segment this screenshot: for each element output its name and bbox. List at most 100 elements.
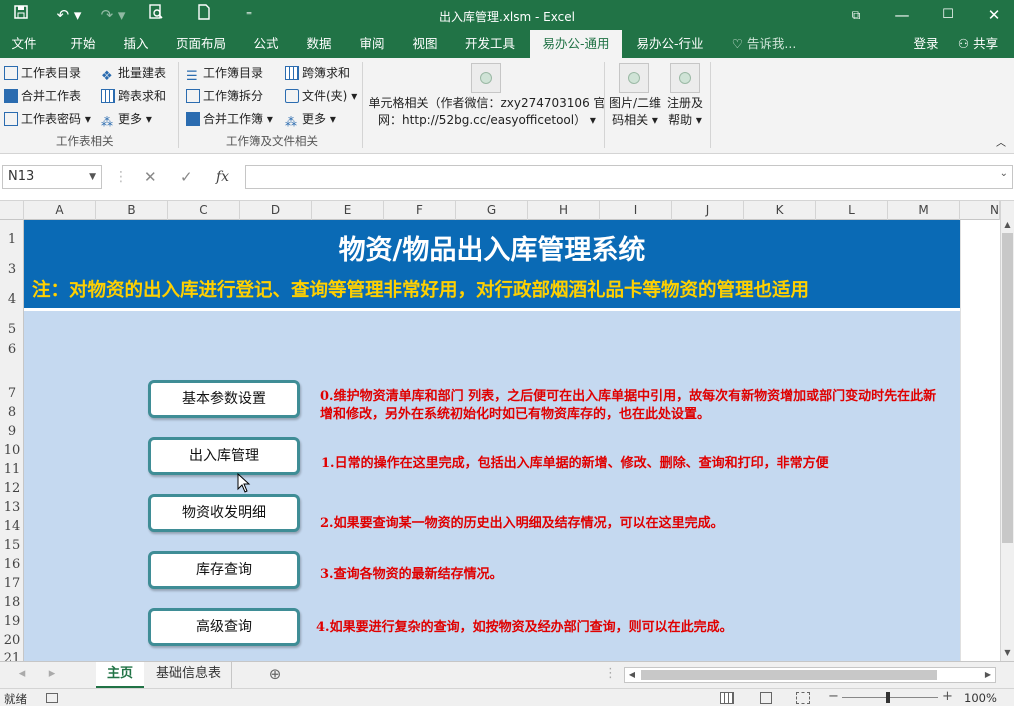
ribbon-display-icon[interactable]: ⧉ bbox=[845, 4, 867, 26]
sheet-tab-basic-info[interactable]: 基础信息表 bbox=[146, 662, 232, 688]
login-button[interactable]: 登录 bbox=[906, 30, 946, 58]
collapse-ribbon-icon[interactable]: ︿ bbox=[996, 134, 1006, 154]
tab-home[interactable]: 开始 bbox=[58, 30, 108, 58]
page-break-view-icon[interactable] bbox=[796, 692, 810, 704]
tab-file[interactable]: 文件 bbox=[0, 30, 48, 58]
row-header[interactable]: 21 bbox=[0, 651, 24, 661]
row-header[interactable]: 20 bbox=[0, 633, 24, 648]
tab-developer[interactable]: 开发工具 bbox=[457, 30, 523, 58]
more-button-2[interactable]: ⁂ 更多 ▾ bbox=[285, 109, 336, 129]
tab-review[interactable]: 审阅 bbox=[348, 30, 396, 58]
row-header[interactable]: 16 bbox=[0, 557, 24, 572]
worksheet[interactable]: 物资/物品出入库管理系统 注：对物资的出入库进行登记、查询等管理非常好用，对行政… bbox=[24, 220, 1000, 661]
register-help-button[interactable]: 注册及帮助 ▾ bbox=[666, 95, 704, 129]
row-header[interactable]: 9 bbox=[0, 424, 24, 439]
minimize-icon[interactable]: — bbox=[891, 4, 913, 26]
zoom-out-icon[interactable]: − bbox=[828, 689, 839, 704]
vertical-scrollbar[interactable]: ▲ ▼ bbox=[1000, 201, 1014, 661]
cancel-icon[interactable]: ✕ bbox=[144, 165, 157, 189]
column-header[interactable]: N bbox=[960, 201, 1000, 220]
tell-me-search[interactable]: ♡ 告诉我... bbox=[728, 30, 800, 58]
row-header[interactable]: 10 bbox=[0, 443, 24, 458]
h-scroll-thumb[interactable] bbox=[641, 670, 937, 680]
advanced-query-button[interactable]: 高级查询 bbox=[148, 608, 300, 646]
row-header[interactable]: 11 bbox=[0, 462, 24, 477]
row-header[interactable]: 4 bbox=[0, 292, 24, 307]
row-header[interactable]: 14 bbox=[0, 519, 24, 534]
add-sheet-icon[interactable]: ⊕ bbox=[264, 662, 286, 688]
column-header[interactable]: L bbox=[816, 201, 888, 220]
row-header[interactable]: 7 bbox=[0, 386, 24, 401]
column-header[interactable]: M bbox=[888, 201, 960, 220]
sheet-tab-home[interactable]: 主页 bbox=[96, 662, 144, 688]
more-button-1[interactable]: ⁂ 更多 ▾ bbox=[101, 109, 152, 129]
tab-insert[interactable]: 插入 bbox=[111, 30, 161, 58]
workbook-directory-button[interactable]: ☰ 工作簿目录 bbox=[186, 63, 263, 84]
column-header[interactable]: F bbox=[384, 201, 456, 220]
transaction-detail-button[interactable]: 物资收发明细 bbox=[148, 494, 300, 532]
file-folder-button[interactable]: 文件(夹) ▾ bbox=[285, 86, 357, 106]
sheet-password-button[interactable]: 工作表密码 ▾ bbox=[4, 109, 91, 129]
zoom-level[interactable]: 100% bbox=[964, 691, 997, 705]
tab-splitter[interactable]: ⋮ bbox=[604, 662, 617, 688]
column-header[interactable]: C bbox=[168, 201, 240, 220]
image-qr-icon[interactable] bbox=[619, 63, 649, 93]
column-header[interactable]: A bbox=[24, 201, 96, 220]
close-icon[interactable]: ✕ bbox=[983, 4, 1005, 26]
column-header[interactable]: J bbox=[672, 201, 744, 220]
select-all-corner[interactable] bbox=[0, 201, 24, 220]
tab-yibangong-general[interactable]: 易办公-通用 bbox=[530, 30, 622, 58]
insert-function-icon[interactable]: fx bbox=[216, 165, 229, 189]
row-header[interactable]: 18 bbox=[0, 595, 24, 610]
merge-workbooks-button[interactable]: 合并工作簿 ▾ bbox=[186, 109, 273, 129]
scroll-down-icon[interactable]: ▼ bbox=[1001, 648, 1014, 660]
scroll-thumb[interactable] bbox=[1002, 233, 1013, 543]
column-header[interactable]: E bbox=[312, 201, 384, 220]
row-header[interactable]: 6 bbox=[0, 342, 24, 357]
tab-data[interactable]: 数据 bbox=[295, 30, 343, 58]
tab-yibangong-industry[interactable]: 易办公-行业 bbox=[628, 30, 712, 58]
macro-record-icon[interactable] bbox=[46, 693, 58, 703]
name-box[interactable]: N13 ▼ bbox=[2, 165, 102, 189]
row-header[interactable]: 5 bbox=[0, 322, 24, 337]
batch-create-button[interactable]: ❖ 批量建表 bbox=[101, 63, 166, 84]
maximize-icon[interactable]: ☐ bbox=[937, 4, 959, 26]
inventory-query-button[interactable]: 库存查询 bbox=[148, 551, 300, 589]
scroll-left-icon[interactable]: ◀ bbox=[625, 668, 639, 682]
workbook-split-button[interactable]: 工作簿拆分 bbox=[186, 86, 263, 106]
horizontal-scrollbar[interactable]: ◀ ▶ bbox=[624, 667, 996, 683]
column-header[interactable]: K bbox=[744, 201, 816, 220]
cross-book-sum-button[interactable]: 跨簿求和 bbox=[285, 63, 350, 83]
zoom-in-icon[interactable]: + bbox=[942, 689, 953, 704]
column-header[interactable]: I bbox=[600, 201, 672, 220]
merge-sheets-button[interactable]: 合并工作表 bbox=[4, 86, 81, 106]
row-header[interactable]: 12 bbox=[0, 481, 24, 496]
page-layout-view-icon[interactable] bbox=[760, 692, 772, 704]
row-header[interactable]: 1 bbox=[0, 232, 24, 247]
share-button[interactable]: ⚇ 共享 bbox=[950, 30, 1006, 58]
cell-related-button[interactable]: 单元格相关（作者微信：zxy274703106 官网：http://52bg.c… bbox=[368, 95, 606, 129]
formula-input[interactable]: ⌄ bbox=[245, 165, 1013, 189]
prev-sheet-icon[interactable]: ◂ bbox=[14, 662, 30, 688]
zoom-slider[interactable] bbox=[842, 697, 938, 698]
next-sheet-icon[interactable]: ▸ bbox=[44, 662, 60, 688]
column-header[interactable]: G bbox=[456, 201, 528, 220]
tab-page-layout[interactable]: 页面布局 bbox=[170, 30, 232, 58]
row-header[interactable]: 15 bbox=[0, 538, 24, 553]
row-header[interactable]: 13 bbox=[0, 500, 24, 515]
row-header[interactable]: 17 bbox=[0, 576, 24, 591]
sheet-directory-button[interactable]: 工作表目录 bbox=[4, 63, 81, 83]
scroll-up-icon[interactable]: ▲ bbox=[1001, 220, 1014, 232]
normal-view-icon[interactable] bbox=[720, 692, 734, 704]
check-icon[interactable]: ✓ bbox=[180, 165, 193, 189]
basic-settings-button[interactable]: 基本参数设置 bbox=[148, 380, 300, 418]
row-header[interactable]: 8 bbox=[0, 405, 24, 420]
register-help-icon[interactable] bbox=[670, 63, 700, 93]
row-header[interactable]: 3 bbox=[0, 262, 24, 277]
row-header[interactable]: 19 bbox=[0, 614, 24, 629]
cell-related-icon[interactable] bbox=[471, 63, 501, 93]
cross-sheet-sum-button[interactable]: 跨表求和 bbox=[101, 86, 166, 106]
column-header[interactable]: H bbox=[528, 201, 600, 220]
scroll-right-icon[interactable]: ▶ bbox=[981, 668, 995, 682]
tab-formulas[interactable]: 公式 bbox=[242, 30, 290, 58]
